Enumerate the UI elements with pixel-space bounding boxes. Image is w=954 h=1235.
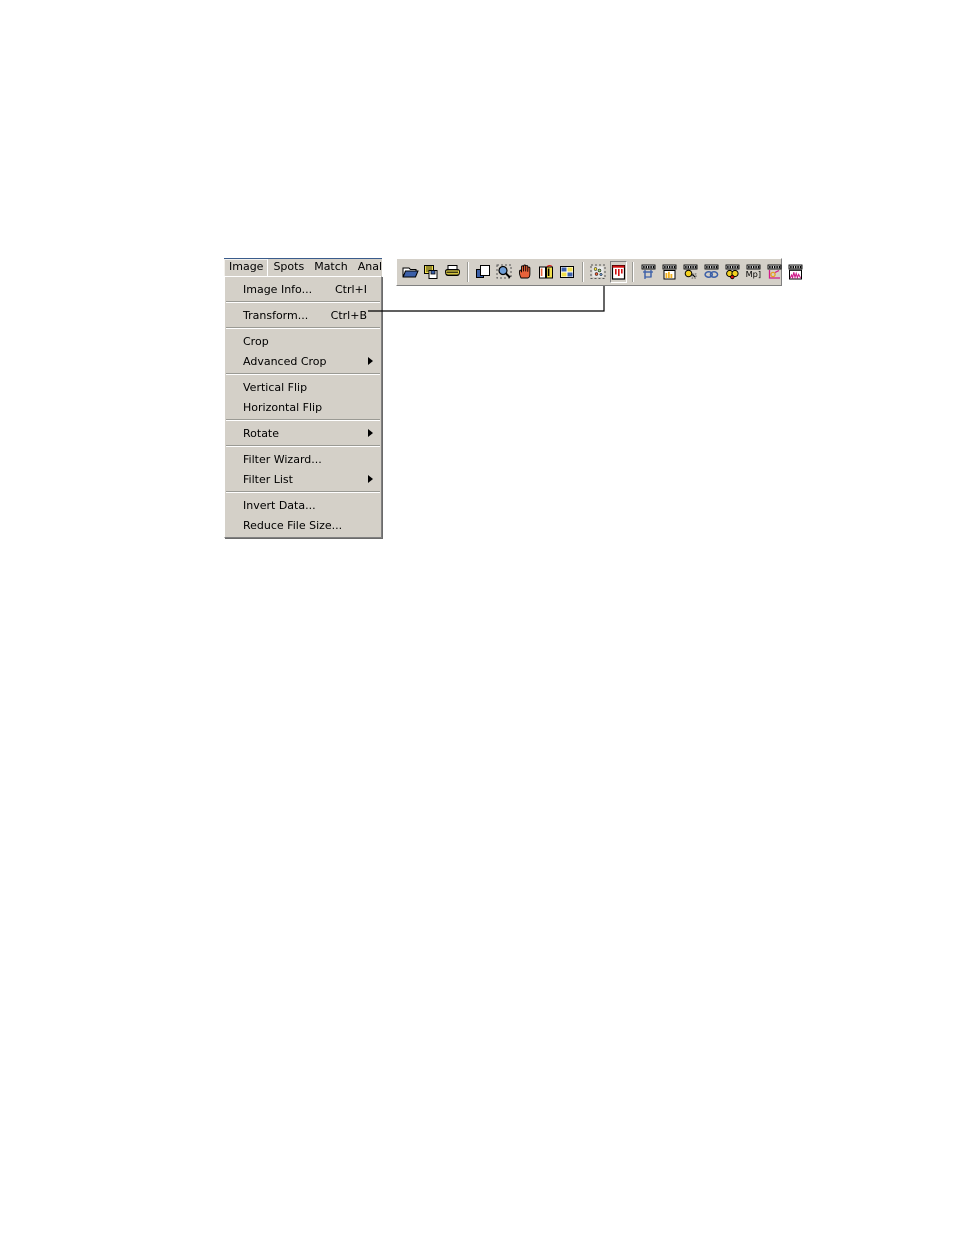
menu-item-label: Filter Wizard... bbox=[243, 452, 322, 466]
transform-button[interactable] bbox=[610, 261, 627, 283]
menu-item-accelerator: Ctrl+I bbox=[334, 282, 367, 296]
spot-detection-button[interactable] bbox=[589, 261, 608, 283]
menu-separator bbox=[226, 327, 380, 329]
gel-match-button[interactable] bbox=[723, 261, 742, 283]
main-toolbar: Mp] bbox=[396, 258, 803, 286]
tile-windows-button[interactable] bbox=[558, 261, 577, 283]
menu-item-label: Transform... bbox=[243, 308, 309, 322]
menubar-item-match[interactable]: Match bbox=[309, 259, 353, 276]
gel-crop-button[interactable] bbox=[639, 261, 658, 283]
gel-match-icon bbox=[724, 264, 741, 280]
gel-crop-icon bbox=[640, 264, 657, 280]
menu-item-filter-list[interactable]: Filter List bbox=[225, 469, 381, 489]
open-image-button[interactable] bbox=[401, 261, 420, 283]
gel-mw-label: Mp] bbox=[746, 269, 761, 279]
menu-item-label: Reduce File Size... bbox=[243, 518, 343, 532]
menu-item-label: Crop bbox=[243, 334, 269, 348]
compare-images-button[interactable] bbox=[537, 261, 556, 283]
spot-detection-icon bbox=[590, 264, 607, 280]
open-folder-icon bbox=[402, 264, 419, 280]
gel-axes-icon bbox=[766, 264, 783, 280]
menu-item-transform[interactable]: Transform... Ctrl+B bbox=[225, 305, 381, 325]
menu-item-crop[interactable]: Crop bbox=[225, 331, 381, 351]
new-window-icon bbox=[475, 264, 492, 280]
menu-item-label: Invert Data... bbox=[243, 498, 316, 512]
gel-bands-button[interactable] bbox=[660, 261, 679, 283]
hand-pan-icon bbox=[517, 264, 534, 280]
toolbar-separator bbox=[582, 262, 584, 282]
menu-item-rotate[interactable]: Rotate bbox=[225, 423, 381, 443]
menu-item-label: Horizontal Flip bbox=[243, 400, 323, 414]
callout-leader-line bbox=[368, 286, 605, 312]
gel-bands-icon bbox=[661, 264, 678, 280]
gel-molecular-weight-button[interactable]: Mp] bbox=[744, 261, 763, 283]
menu-item-horizontal-flip[interactable]: Horizontal Flip bbox=[225, 397, 381, 417]
toolbar-separator bbox=[467, 262, 469, 282]
gel-mw-icon: Mp] bbox=[745, 264, 762, 280]
menu-item-label: Image Info... bbox=[243, 282, 313, 296]
menu-item-advanced-crop[interactable]: Advanced Crop bbox=[225, 351, 381, 371]
transform-icon bbox=[611, 264, 626, 280]
menu-separator bbox=[226, 491, 380, 493]
gel-link-icon bbox=[703, 264, 720, 280]
toolbar-separator bbox=[632, 262, 634, 282]
gel-profile-icon bbox=[787, 264, 804, 280]
submenu-arrow-icon bbox=[368, 357, 373, 365]
save-image-button[interactable] bbox=[422, 261, 441, 283]
gel-spot-pick-icon bbox=[682, 264, 699, 280]
menu-item-vertical-flip[interactable]: Vertical Flip bbox=[225, 377, 381, 397]
menu-item-label: Filter List bbox=[243, 472, 293, 486]
print-button[interactable] bbox=[443, 261, 462, 283]
image-menu-dropdown: Image Info... Ctrl+I Transform... Ctrl+B… bbox=[224, 276, 382, 538]
menubar-item-image[interactable]: Image bbox=[224, 259, 269, 276]
menubar-item-analysis[interactable]: Analysis bbox=[353, 259, 382, 276]
zoom-select-icon bbox=[496, 264, 513, 280]
new-window-button[interactable] bbox=[474, 261, 493, 283]
submenu-arrow-icon bbox=[368, 429, 373, 437]
submenu-arrow-icon bbox=[368, 475, 373, 483]
menu-item-label: Rotate bbox=[243, 426, 280, 440]
menu-separator bbox=[226, 301, 380, 303]
menu-item-reduce-file-size[interactable]: Reduce File Size... bbox=[225, 515, 381, 535]
compare-images-icon bbox=[538, 264, 555, 280]
print-icon bbox=[444, 264, 461, 280]
gel-profile-button[interactable] bbox=[786, 261, 805, 283]
zoom-select-button[interactable] bbox=[495, 261, 514, 283]
gel-calibration-button[interactable] bbox=[765, 261, 784, 283]
menu-separator bbox=[226, 373, 380, 375]
tile-windows-icon bbox=[559, 264, 576, 280]
gel-link-button[interactable] bbox=[702, 261, 721, 283]
save-image-icon bbox=[423, 264, 440, 280]
gel-spot-pick-button[interactable] bbox=[681, 261, 700, 283]
menu-separator bbox=[226, 445, 380, 447]
menu-item-accelerator: Ctrl+B bbox=[330, 308, 367, 322]
menu-item-filter-wizard[interactable]: Filter Wizard... bbox=[225, 449, 381, 469]
menu-separator bbox=[226, 419, 380, 421]
menu-bar: Image Spots Match Analysis bbox=[224, 258, 382, 276]
menu-item-label: Vertical Flip bbox=[243, 380, 308, 394]
menubar-item-spots[interactable]: Spots bbox=[268, 259, 309, 276]
menu-item-image-info[interactable]: Image Info... Ctrl+I bbox=[225, 279, 381, 299]
menu-item-label: Advanced Crop bbox=[243, 354, 327, 368]
pan-button[interactable] bbox=[516, 261, 535, 283]
menu-item-invert-data[interactable]: Invert Data... bbox=[225, 495, 381, 515]
